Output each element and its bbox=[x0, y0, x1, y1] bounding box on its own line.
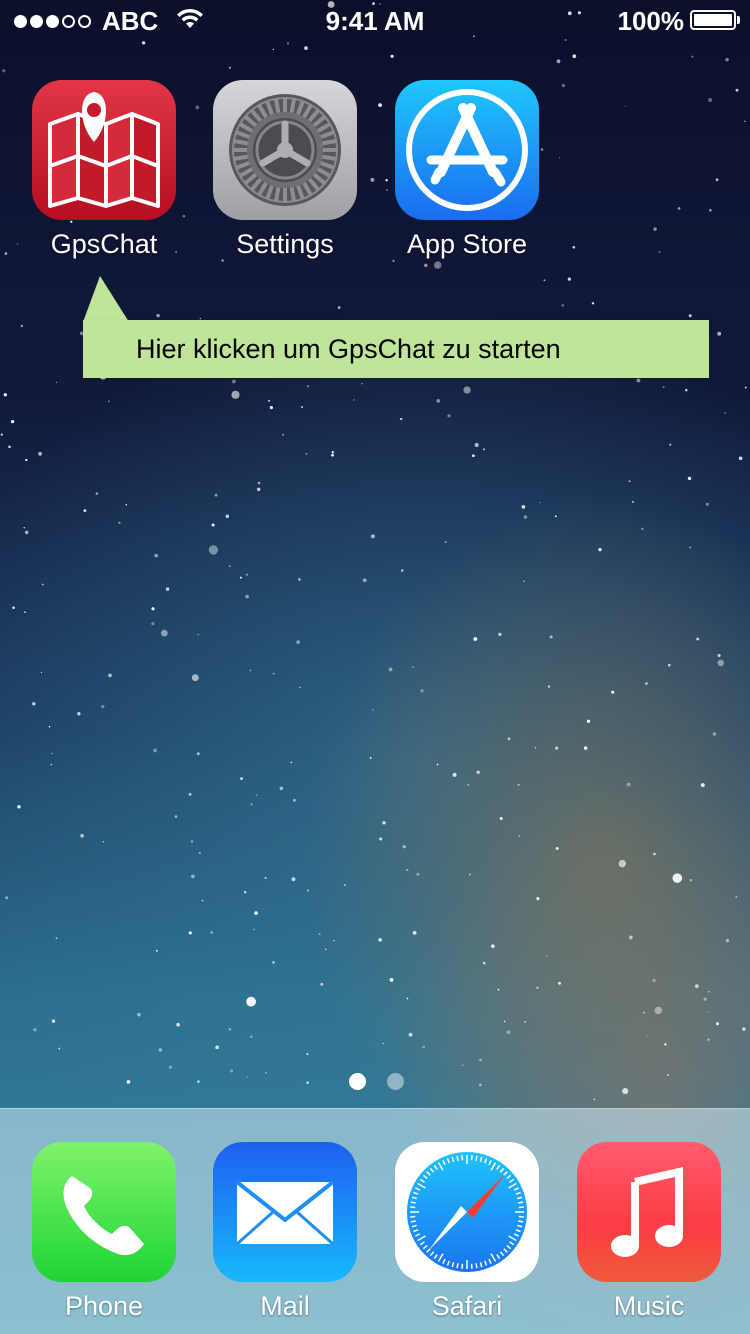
music-note-icon bbox=[577, 1142, 721, 1282]
app-label: Safari bbox=[431, 1291, 503, 1321]
callout-pointer bbox=[83, 276, 129, 322]
gpschat-callout: Hier klicken um GpsChat zu starten bbox=[83, 320, 709, 378]
mail-icon bbox=[213, 1142, 357, 1282]
gear-icon bbox=[213, 80, 357, 220]
phone-icon bbox=[32, 1142, 176, 1282]
app-app-store[interactable]: App Store bbox=[377, 80, 557, 260]
status-bar: ABC 9:41 AM 100% bbox=[0, 0, 750, 40]
app-settings[interactable]: Settings bbox=[195, 80, 375, 260]
page-dot[interactable] bbox=[387, 1073, 404, 1090]
app-label: App Store bbox=[406, 229, 528, 259]
page-indicator[interactable] bbox=[0, 1073, 750, 1093]
app-music[interactable]: Music bbox=[559, 1142, 739, 1322]
page-dot-active[interactable] bbox=[349, 1073, 366, 1090]
app-label: Music bbox=[613, 1291, 685, 1321]
app-store-icon bbox=[395, 80, 539, 220]
app-label: Mail bbox=[260, 1291, 310, 1321]
battery-percentage: 100% bbox=[617, 6, 685, 36]
app-label: Phone bbox=[64, 1291, 144, 1321]
compass-icon bbox=[395, 1142, 539, 1282]
app-gpschat[interactable]: GpsChat bbox=[14, 80, 194, 260]
app-mail[interactable]: Mail bbox=[195, 1142, 375, 1322]
battery-icon bbox=[690, 10, 740, 30]
gpschat-map-icon bbox=[32, 80, 176, 220]
app-safari[interactable]: Safari bbox=[377, 1142, 557, 1322]
app-label: Settings bbox=[236, 229, 334, 259]
callout-text: Hier klicken um GpsChat zu starten bbox=[136, 334, 561, 364]
app-phone[interactable]: Phone bbox=[14, 1142, 194, 1322]
app-label: GpsChat bbox=[50, 229, 158, 259]
